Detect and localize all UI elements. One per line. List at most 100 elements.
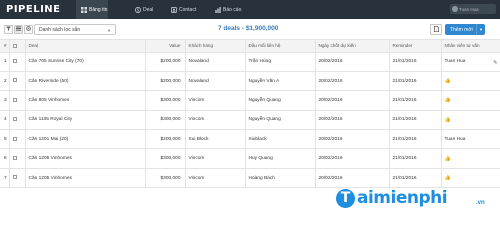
staff-cell: 👍 (441, 148, 500, 169)
row-index: 3 (0, 90, 10, 111)
watermark-initial: T (336, 188, 355, 208)
staff-cell: 👍 (441, 71, 500, 92)
dashboard-icon (80, 6, 87, 13)
row-checkbox[interactable] (12, 97, 17, 102)
row-select-cell[interactable] (9, 168, 26, 189)
row-select-cell[interactable] (9, 110, 26, 131)
staff-cell: 👍 (441, 168, 500, 189)
customer-name[interactable]: Novaland (185, 71, 246, 92)
gear-icon (26, 26, 31, 33)
row-checkbox[interactable] (12, 136, 17, 141)
export-button[interactable] (430, 24, 442, 35)
nav-item-report[interactable]: Báo cáo (214, 0, 241, 19)
staff-cell: 👍 (441, 90, 500, 111)
deal-name[interactable]: Căn 805 Vinhomes (25, 90, 146, 111)
reminder-date: 21/01/2016 (389, 52, 442, 72)
document-icon (433, 25, 439, 34)
deal-name[interactable]: Căn 705 Sunrise City (70) (25, 52, 146, 72)
add-new-label: Thêm mới (450, 26, 473, 33)
row-select-cell[interactable] (9, 71, 26, 92)
watermark-text: aimienphi (357, 188, 448, 208)
contact-name[interactable]: Nguyễn Quang (245, 90, 316, 111)
column-header-contact[interactable]: Đầu mối liên hệ (245, 40, 316, 53)
thumbs-up-icon: 👍 (444, 155, 451, 162)
row-select-cell[interactable] (9, 129, 26, 150)
settings-button[interactable] (24, 25, 33, 34)
customer-name[interactable]: Vincom (185, 148, 246, 169)
column-header-select[interactable] (9, 40, 26, 53)
deal-name[interactable]: Căn Riverside (50) (25, 71, 146, 92)
thumbs-up-icon: 👍 (444, 116, 451, 123)
customer-name[interactable]: Novaland (185, 52, 246, 72)
column-header-value[interactable]: Value (145, 40, 186, 53)
staff-name: Tuan Hua (444, 136, 466, 142)
close-date: 20/02/2016 (315, 129, 390, 150)
thumbs-up-icon: 👍 (444, 78, 451, 85)
table-row[interactable]: 5 Căn 1201 Mai (20) $200,000 Sui Block S… (0, 129, 500, 150)
table-row[interactable]: 3 Căn 805 Vinhomes $300,000 Vincom Nguyễ… (0, 90, 500, 111)
contact-name[interactable]: Siublack (245, 129, 316, 150)
customer-name[interactable]: Vincom (185, 90, 246, 111)
contact-name[interactable]: Trần Hùng (245, 52, 316, 72)
deal-value: $300,000 (145, 148, 186, 169)
user-name: Tuan Hua (459, 6, 479, 12)
select-all-checkbox[interactable] (12, 44, 17, 49)
row-index: 7 (0, 168, 10, 189)
contact-name[interactable]: Nguyễn Văn A (245, 71, 316, 92)
column-header-close-date[interactable]: Ngày chốt dự kiến (315, 40, 390, 53)
toolbar: Danh sách lọc sẵn ▼ 7 deals - $1,900,000… (0, 19, 500, 40)
deals-table: # Deal Value Khách hàng Đầu mối liên hệ … (0, 40, 500, 189)
table-row[interactable]: 2 Căn Riverside (50) $200,000 Novaland N… (0, 71, 500, 92)
filter-icon (6, 26, 11, 33)
column-header-customer[interactable]: Khách hàng (185, 40, 246, 53)
nav-item-dashboard[interactable]: Bảng tin (76, 0, 108, 19)
app-logo[interactable]: PIPELINE (6, 4, 61, 15)
reminder-date: 21/01/2016 (389, 168, 442, 189)
close-date: 20/02/2016 (315, 71, 390, 92)
watermark-suffix: .vn (476, 200, 485, 206)
customer-name[interactable]: Sui Block (185, 129, 246, 150)
nav-item-deal[interactable]: $ Deal (134, 0, 153, 19)
contact-name[interactable]: Hoàng Bách (245, 168, 316, 189)
deal-name[interactable]: Căn 1105 Royal City (25, 110, 146, 131)
row-index: 2 (0, 71, 10, 92)
deals-summary: 7 deals - $1,900,000 (218, 25, 279, 32)
table-row[interactable]: 4 Căn 1105 Royal City $300,000 Vincom Ng… (0, 110, 500, 131)
contact-name[interactable]: Nguyễn Quang (245, 110, 316, 131)
close-date: 20/02/2016 (315, 110, 390, 131)
row-checkbox[interactable] (12, 78, 17, 83)
row-select-cell[interactable] (9, 148, 26, 169)
pencil-icon[interactable]: ✎ (493, 60, 497, 66)
deal-name[interactable]: Căn 1205 Vinhomes (25, 168, 146, 189)
customer-name[interactable]: Vincom (185, 168, 246, 189)
row-checkbox[interactable] (12, 59, 17, 64)
row-select-cell[interactable] (9, 90, 26, 111)
contact-name[interactable]: Huy Quang (245, 148, 316, 169)
row-index: 4 (0, 110, 10, 131)
filter-button[interactable] (4, 25, 13, 34)
deal-name[interactable]: Căn 1201 Mai (20) (25, 129, 146, 150)
column-header-reminder[interactable]: Reminder (389, 40, 442, 53)
customer-name[interactable]: Vincom (185, 110, 246, 131)
nav-item-contact[interactable]: Contact (170, 0, 196, 19)
user-menu[interactable]: Tuan Hua (450, 4, 496, 14)
deal-name[interactable]: Căn 1205 Vinhomes (25, 148, 146, 169)
chevron-down-icon[interactable]: ▼ (476, 24, 485, 35)
add-new-button[interactable]: Thêm mới ▼ (445, 24, 485, 35)
reminder-date: 21/01/2016 (389, 148, 442, 169)
table-row[interactable]: 7 Căn 1205 Vinhomes $300,000 Vincom Hoàn… (0, 168, 500, 189)
list-view-button[interactable] (14, 25, 23, 34)
row-checkbox[interactable] (12, 156, 17, 161)
table-row[interactable]: 6 Căn 1205 Vinhomes $300,000 Vincom Huy … (0, 148, 500, 169)
row-select-cell[interactable] (9, 52, 26, 72)
column-header-staff[interactable]: Nhân viên tư vấn (441, 40, 500, 53)
contact-icon (170, 6, 177, 13)
column-header-deal[interactable]: Deal (25, 40, 146, 53)
saved-filter-select[interactable]: Danh sách lọc sẵn ▼ (34, 24, 116, 35)
row-checkbox[interactable] (12, 175, 17, 180)
table-row[interactable]: 1 Căn 705 Sunrise City (70) $200,000 Nov… (0, 52, 500, 72)
nav-item-label: Bảng tin (89, 6, 108, 13)
table-header-row: # Deal Value Khách hàng Đầu mối liên hệ … (0, 40, 500, 53)
deal-value: $300,000 (145, 90, 186, 111)
row-checkbox[interactable] (12, 117, 17, 122)
